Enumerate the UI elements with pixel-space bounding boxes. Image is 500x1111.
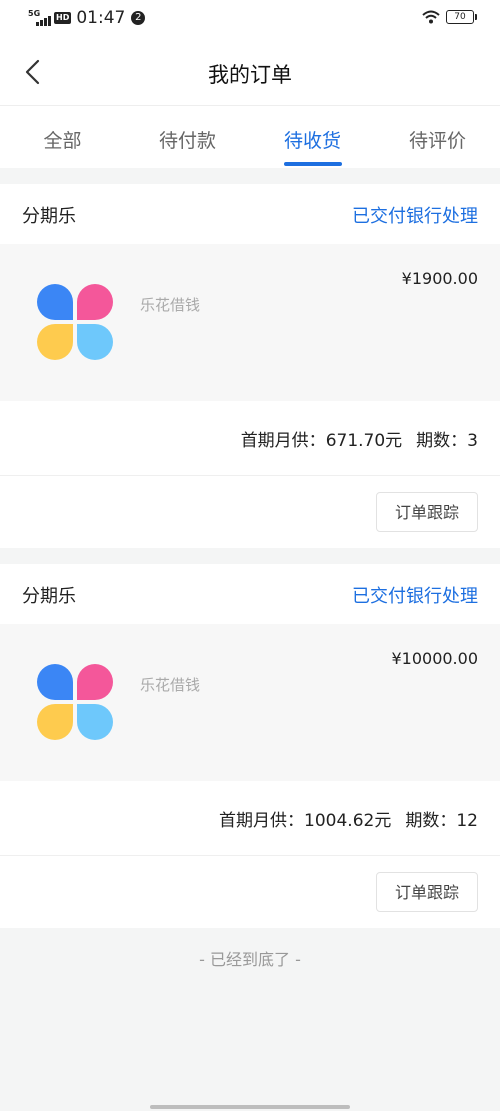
order-card-header: 分期乐 已交付银行处理 [0, 564, 500, 624]
order-card-header: 分期乐 已交付银行处理 [0, 184, 500, 244]
battery-icon: 70 [446, 10, 477, 24]
order-status: 已交付银行处理 [352, 206, 478, 227]
order-card[interactable]: 分期乐 已交付银行处理 乐花借钱 ¥1900.00 首期月供：671.70元 期数… [0, 184, 500, 548]
wifi-icon [422, 10, 440, 24]
app-header: 我的订单 [0, 40, 500, 106]
tab-pending-review[interactable]: 待评价 [375, 106, 500, 168]
order-tracking-button[interactable]: 订单跟踪 [376, 492, 478, 532]
product-name: 乐花借钱 [140, 296, 201, 314]
first-payment-value: 1004.62元 [304, 811, 392, 831]
order-card[interactable]: 分期乐 已交付银行处理 乐花借钱 ¥10000.00 首期月供：1004.62元… [0, 564, 500, 928]
tab-label: 待评价 [408, 130, 466, 152]
order-tabs: 全部 待付款 待收货 待评价 [0, 106, 500, 168]
tab-pending-receipt[interactable]: 待收货 [250, 106, 375, 168]
periods-value: 12 [456, 811, 478, 831]
product-price: ¥1900.00 [401, 269, 478, 288]
tab-label: 待收货 [283, 130, 341, 152]
four-leaf-logo [37, 284, 113, 360]
installment-summary: 首期月供：671.70元 期数：3 [0, 401, 500, 476]
periods-label: 期数： [405, 811, 457, 831]
periods-label: 期数： [416, 431, 468, 451]
order-actions: 订单跟踪 [0, 476, 500, 548]
tab-label: 全部 [43, 130, 82, 152]
cellular-signal-icon: 5G [28, 9, 52, 27]
status-bar: 5G HD 01:47 2 70 [0, 0, 500, 40]
merchant-name: 分期乐 [22, 586, 76, 607]
battery-level: 70 [454, 12, 466, 22]
network-type: 5G [28, 9, 41, 18]
product-name: 乐花借钱 [140, 676, 201, 694]
order-status: 已交付银行处理 [352, 586, 478, 607]
hd-badge: HD [54, 12, 72, 24]
product-row[interactable]: 乐花借钱 ¥1900.00 [0, 244, 500, 401]
order-tracking-button[interactable]: 订单跟踪 [376, 872, 478, 912]
product-row[interactable]: 乐花借钱 ¥10000.00 [0, 624, 500, 781]
home-indicator[interactable] [150, 1105, 350, 1109]
end-of-list-text: - 已经到底了 - [199, 950, 301, 969]
first-payment-label: 首期月供： [219, 811, 305, 831]
notification-count-badge: 2 [131, 11, 146, 25]
periods-value: 3 [467, 431, 478, 451]
merchant-name: 分期乐 [22, 206, 76, 227]
product-price: ¥10000.00 [391, 649, 478, 668]
installment-summary: 首期月供：1004.62元 期数：12 [0, 781, 500, 856]
four-leaf-logo [37, 664, 113, 740]
tab-pending-payment[interactable]: 待付款 [125, 106, 250, 168]
tab-label: 待付款 [158, 130, 216, 152]
page-title: 我的订单 [208, 63, 292, 87]
first-payment-label: 首期月供： [240, 431, 326, 451]
first-payment-value: 671.70元 [325, 431, 403, 451]
tab-all[interactable]: 全部 [0, 106, 125, 168]
active-tab-indicator [283, 162, 342, 166]
order-actions: 订单跟踪 [0, 856, 500, 928]
clock: 01:47 [76, 8, 126, 28]
